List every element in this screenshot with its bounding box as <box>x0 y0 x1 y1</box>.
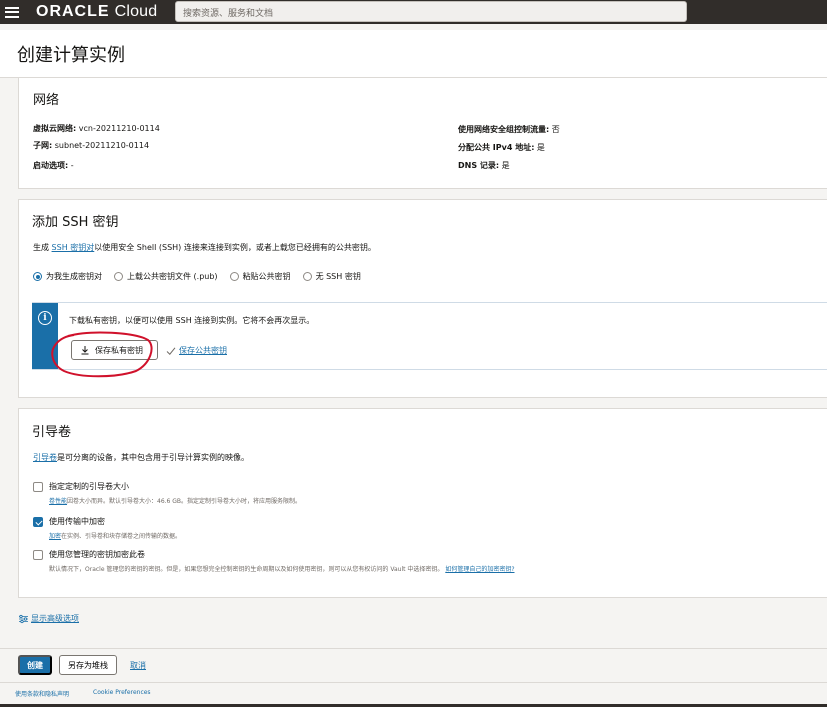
manage-keys-link[interactable]: 如何管理自己的加密密钥? <box>445 566 514 573</box>
custom-size-checkbox[interactable] <box>33 482 43 492</box>
boot-volume-desc-suffix: 是可分离的设备，其中包含用于引导计算实例的映像。 <box>57 453 249 462</box>
oracle-cloud-logo[interactable]: ORACLE Cloud <box>36 3 157 21</box>
cmk-title: 使用您管理的密钥加密此卷 <box>49 550 145 559</box>
cmk-subtext: 默认情况下，Oracle 管理您的密钥的密钥。但是，如果您想完全控制密钥的生命周… <box>49 564 515 573</box>
top-navigation-bar: ORACLE Cloud 搜索资源、服务和文档 <box>0 0 827 24</box>
ssh-key-pair-link[interactable]: SSH 密钥对 <box>52 243 95 252</box>
subnet-value: subnet-20211210-0114 <box>52 141 150 150</box>
radio-button[interactable] <box>114 272 123 281</box>
boot-volume-description: 引导卷是可分离的设备，其中包含用于引导计算实例的映像。 <box>33 452 249 463</box>
info-strip: i <box>32 303 58 369</box>
ipv4-value: 是 <box>534 143 545 152</box>
in-transit-encryption-checkbox[interactable] <box>33 517 43 527</box>
encryption-link[interactable]: 加密 <box>49 533 61 540</box>
radio-paste-public-key[interactable]: 粘贴公共密钥 <box>229 271 291 282</box>
launch-options-row: 启动选项: - <box>33 160 74 171</box>
in-transit-subtext: 加密在实例、引导卷和块存储卷之间传输的数据。 <box>49 531 181 540</box>
save-as-stack-button[interactable]: 另存为堆栈 <box>59 655 117 675</box>
custom-size-subtext-body: 因卷大小而异。默认引导卷大小：46.6 GB。指定定制引导卷大小时，将应用服务限… <box>67 498 302 505</box>
subnet-label: 子网: <box>33 141 53 150</box>
radio-label: 上载公共密钥文件 (.pub) <box>127 272 218 281</box>
boot-volume-title: 引导卷 <box>32 425 72 440</box>
sliders-icon <box>19 614 28 623</box>
in-transit-title: 使用传输中加密 <box>49 517 105 526</box>
download-key-info-box: i 下载私有密钥，以便可以使用 SSH 连接到实例。它将不会再次显示。 保存私有… <box>32 302 827 370</box>
page-title: 创建计算实例 <box>17 45 125 66</box>
cmk-text: 使用您管理的密钥加密此卷 默认情况下，Oracle 管理您的密钥的密钥。但是，如… <box>49 549 515 573</box>
radio-no-ssh-key[interactable]: 无 SSH 密钥 <box>302 271 361 282</box>
cancel-link[interactable]: 取消 <box>130 660 146 671</box>
brand-cloud: Cloud <box>114 3 158 20</box>
custom-size-title: 指定定制的引导卷大小 <box>49 482 129 491</box>
vcn-label: 虚拟云网络: <box>33 124 77 133</box>
nsg-row: 使用网络安全组控制流量: 否 <box>458 124 560 135</box>
nsg-label: 使用网络安全组控制流量: <box>458 125 550 134</box>
save-public-key-link[interactable]: 保存公共密钥 <box>179 345 227 356</box>
custom-boot-volume-size-option: 指定定制的引导卷大小 卷性能因卷大小而异。默认引导卷大小：46.6 GB。指定定… <box>33 481 301 505</box>
vcn-row: 虚拟云网络: vcn-20211210-0114 <box>33 123 160 134</box>
in-transit-encryption-option: 使用传输中加密 加密在实例、引导卷和块存储卷之间传输的数据。 <box>33 516 181 540</box>
page-header: 创建计算实例 <box>0 30 827 78</box>
ipv4-label: 分配公共 IPv4 地址: <box>458 143 535 152</box>
ssh-title: 添加 SSH 密钥 <box>32 215 119 230</box>
save-private-key-button[interactable]: 保存私有密钥 <box>71 340 158 360</box>
customer-managed-key-option: 使用您管理的密钥加密此卷 默认情况下，Oracle 管理您的密钥的密钥。但是，如… <box>33 549 515 573</box>
network-title: 网络 <box>33 93 60 108</box>
dns-value: 是 <box>499 161 510 170</box>
volume-performance-link[interactable]: 卷性能 <box>49 498 67 505</box>
cookie-preferences-link[interactable]: Cookie Preferences <box>93 689 151 696</box>
customer-managed-key-checkbox[interactable] <box>33 550 43 560</box>
radio-upload-public-key[interactable]: 上载公共密钥文件 (.pub) <box>114 271 218 282</box>
check-icon <box>166 346 176 355</box>
radio-label: 无 SSH 密钥 <box>315 272 361 281</box>
radio-button[interactable] <box>229 272 239 281</box>
radio-generate-key-pair[interactable]: 为我生成密钥对 <box>33 271 102 282</box>
dns-label: DNS 记录: <box>458 161 500 170</box>
action-bar: 创建 另存为堆栈 取消 <box>0 648 827 682</box>
launch-options-value: - <box>68 161 74 170</box>
download-icon <box>81 346 89 355</box>
ssh-description: 生成 SSH 密钥对以使用安全 Shell (SSH) 连接来连接到实例，或者上… <box>33 242 376 253</box>
radio-label: 为我生成密钥对 <box>46 272 102 281</box>
boot-volume-link[interactable]: 引导卷 <box>33 453 57 462</box>
in-transit-subtext-body: 在实例、引导卷和块存储卷之间传输的数据。 <box>61 533 182 540</box>
search-input[interactable]: 搜索资源、服务和文档 <box>175 1 687 22</box>
info-icon: i <box>38 311 52 325</box>
info-message: 下载私有密钥，以便可以使用 SSH 连接到实例。它将不会再次显示。 <box>69 316 315 325</box>
ipv4-row: 分配公共 IPv4 地址: 是 <box>458 142 545 153</box>
ssh-desc-suffix: 以使用安全 Shell (SSH) 连接来连接到实例，或者上载您已经拥有的公共密… <box>94 243 376 252</box>
ssh-key-options: 为我生成密钥对 上载公共密钥文件 (.pub) 粘贴公共密钥 无 SSH 密钥 <box>33 271 373 282</box>
boot-volume-section: 引导卷 引导卷是可分离的设备，其中包含用于引导计算实例的映像。 指定定制的引导卷… <box>18 408 827 598</box>
page-footer: 使用条款和隐私声明 Cookie Preferences <box>0 682 827 707</box>
dns-row: DNS 记录: 是 <box>458 160 510 171</box>
in-transit-text: 使用传输中加密 加密在实例、引导卷和块存储卷之间传输的数据。 <box>49 516 181 540</box>
brand-oracle: ORACLE <box>36 3 110 20</box>
nsg-value: 否 <box>549 125 560 134</box>
vcn-value: vcn-20211210-0114 <box>76 124 160 133</box>
ssh-keys-section: 添加 SSH 密钥 生成 SSH 密钥对以使用安全 Shell (SSH) 连接… <box>18 199 827 398</box>
show-advanced-options-link[interactable]: 显示高级选项 <box>31 613 79 624</box>
terms-privacy-link[interactable]: 使用条款和隐私声明 <box>15 689 69 698</box>
network-section: 网络 虚拟云网络: vcn-20211210-0114 子网: subnet-2… <box>18 78 827 189</box>
create-button[interactable]: 创建 <box>18 655 52 675</box>
radio-label: 粘贴公共密钥 <box>242 272 291 281</box>
launch-options-label: 启动选项: <box>33 161 69 170</box>
custom-size-subtext: 卷性能因卷大小而异。默认引导卷大小：46.6 GB。指定定制引导卷大小时，将应用… <box>49 496 301 505</box>
radio-button[interactable] <box>302 272 312 281</box>
show-advanced-options[interactable]: 显示高级选项 <box>18 613 79 624</box>
radio-button[interactable] <box>33 272 42 281</box>
cmk-subtext-body: 默认情况下，Oracle 管理您的密钥的密钥。但是，如果您想完全控制密钥的生命周… <box>49 566 444 573</box>
save-private-key-label: 保存私有密钥 <box>95 345 143 355</box>
custom-size-text: 指定定制的引导卷大小 卷性能因卷大小而异。默认引导卷大小：46.6 GB。指定定… <box>49 481 301 505</box>
hamburger-menu-icon[interactable] <box>5 6 19 18</box>
subnet-row: 子网: subnet-20211210-0114 <box>33 140 149 151</box>
ssh-desc-prefix: 生成 <box>33 243 52 252</box>
saved-public-key: 保存公共密钥 <box>166 345 227 356</box>
